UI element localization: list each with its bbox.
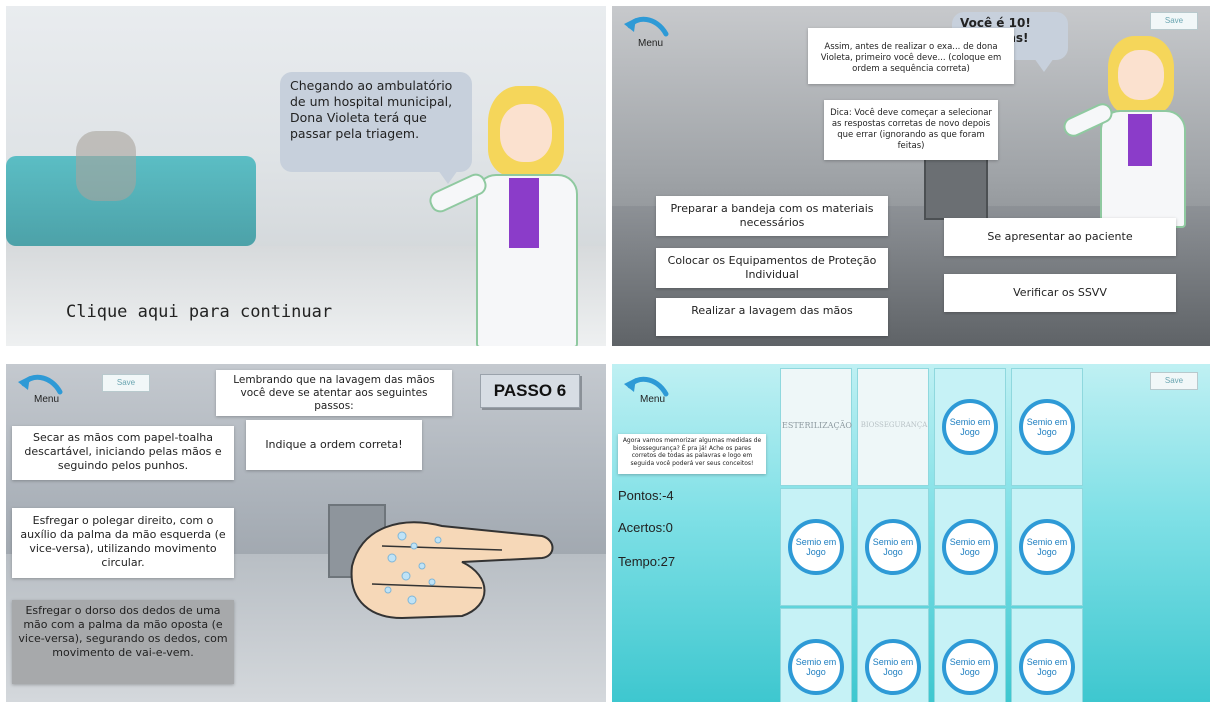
option-button[interactable]: Preparar a bandeja com os materiais nece… (656, 196, 888, 236)
semio-logo-icon: Semio em Jogo (1019, 639, 1075, 695)
menu-label[interactable]: Menu (638, 38, 663, 49)
memory-card[interactable]: Semio em Jogo (857, 608, 929, 702)
instruction-box: Assim, antes de realizar o exa... de don… (808, 28, 1014, 84)
memory-card[interactable]: Semio em Jogo (780, 488, 852, 606)
header-text: Lembrando que na lavagem das mãos você d… (233, 374, 435, 412)
scene-memory-game: Menu Save Agora vamos memorizar algumas … (612, 364, 1210, 702)
option-label: Preparar a bandeja com os materiais nece… (670, 202, 874, 229)
semio-logo-icon: Semio em Jogo (1019, 399, 1075, 455)
hint-text: Dica: Você deve começar a selecionar as … (830, 108, 992, 151)
header-box: Lembrando que na lavagem das mãos você d… (216, 370, 452, 416)
save-button[interactable]: Save (102, 374, 150, 392)
scene-ordering-quiz: Menu Save Você é 10! Parabéns! Assim, an… (612, 6, 1210, 346)
nurse-character (426, 86, 596, 346)
save-button[interactable]: Save (1150, 12, 1198, 30)
step-option[interactable]: Esfregar o dorso dos dedos de uma mão co… (12, 600, 234, 684)
option-label: Verificar os SSVV (1013, 286, 1107, 299)
scene-intro[interactable]: Chegando ao ambulatório de um hospital m… (6, 6, 606, 346)
semio-logo-icon: Semio em Jogo (788, 519, 844, 575)
menu-label[interactable]: Menu (640, 394, 665, 405)
option-button[interactable]: Verificar os SSVV (944, 274, 1176, 312)
semio-logo-icon: Semio em Jogo (865, 519, 921, 575)
memory-card[interactable]: Semio em Jogo (1011, 368, 1083, 486)
step-label: Esfregar o polegar direito, com o auxíli… (20, 514, 226, 569)
option-button[interactable]: Se apresentar ao paciente (944, 218, 1176, 256)
back-arrow-icon[interactable] (622, 12, 670, 40)
time-label: Tempo:27 (618, 554, 676, 569)
instruction-text: Assim, antes de realizar o exa... de don… (820, 42, 1002, 74)
instructions-box: Agora vamos memorizar algumas medidas de… (618, 434, 766, 474)
save-button[interactable]: Save (1150, 372, 1198, 390)
hint-box: Dica: Você deve começar a selecionar as … (824, 100, 998, 160)
memory-card[interactable]: Semio em Jogo (934, 488, 1006, 606)
semio-logo-icon: Semio em Jogo (788, 639, 844, 695)
score-label: Pontos:-4 (618, 488, 674, 503)
memory-card[interactable]: Semio em Jogo (780, 608, 852, 702)
card-word: BIOSSEGURANÇA (860, 421, 928, 429)
semio-logo-icon: Semio em Jogo (942, 519, 998, 575)
option-label: Colocar os Equipamentos de Proteção Indi… (667, 254, 877, 281)
continue-button[interactable]: Clique aqui para continuar (66, 302, 332, 322)
step-option[interactable]: Esfregar o polegar direito, com o auxíli… (12, 508, 234, 578)
option-label: Realizar a lavagem das mãos (691, 304, 853, 317)
semio-logo-icon: Semio em Jogo (1019, 519, 1075, 575)
semio-logo-icon: Semio em Jogo (942, 399, 998, 455)
people-silhouettes (76, 131, 136, 201)
step-option[interactable]: Secar as mãos com papel-toalha descartáv… (12, 426, 234, 480)
memory-card[interactable]: Semio em Jogo (934, 368, 1006, 486)
step-label: Esfregar o dorso dos dedos de uma mão co… (18, 604, 228, 659)
prompt-text: Indique a ordem correta! (265, 438, 403, 451)
step-title: PASSO 6 (480, 374, 580, 408)
memory-card[interactable]: ESTERILIZAÇÃO (780, 368, 852, 486)
option-button[interactable]: Colocar os Equipamentos de Proteção Indi… (656, 248, 888, 288)
card-word: ESTERILIZAÇÃO (782, 421, 852, 430)
handwashing-illustration (350, 521, 554, 620)
instructions-text: Agora vamos memorizar algumas medidas de… (622, 437, 762, 467)
semio-logo-icon: Semio em Jogo (865, 639, 921, 695)
nurse-character (1060, 36, 1202, 228)
memory-card[interactable]: Semio em Jogo (934, 608, 1006, 702)
menu-label[interactable]: Menu (34, 394, 59, 405)
memory-card[interactable]: BIOSSEGURANÇA (857, 368, 929, 486)
option-button[interactable]: Realizar a lavagem das mãos (656, 298, 888, 336)
memory-card[interactable]: Semio em Jogo (857, 488, 929, 606)
memory-card[interactable]: Semio em Jogo (1011, 608, 1083, 702)
step-label: Secar as mãos com papel-toalha descartáv… (24, 431, 222, 472)
memory-card[interactable]: Semio em Jogo (1011, 488, 1083, 606)
scene-handwashing: Menu Save Lembrando que na lavagem das m… (6, 364, 606, 702)
option-label: Se apresentar ao paciente (987, 230, 1133, 243)
prompt-box: Indique a ordem correta! (246, 420, 422, 470)
hits-label: Acertos:0 (618, 520, 673, 535)
semio-logo-icon: Semio em Jogo (942, 639, 998, 695)
